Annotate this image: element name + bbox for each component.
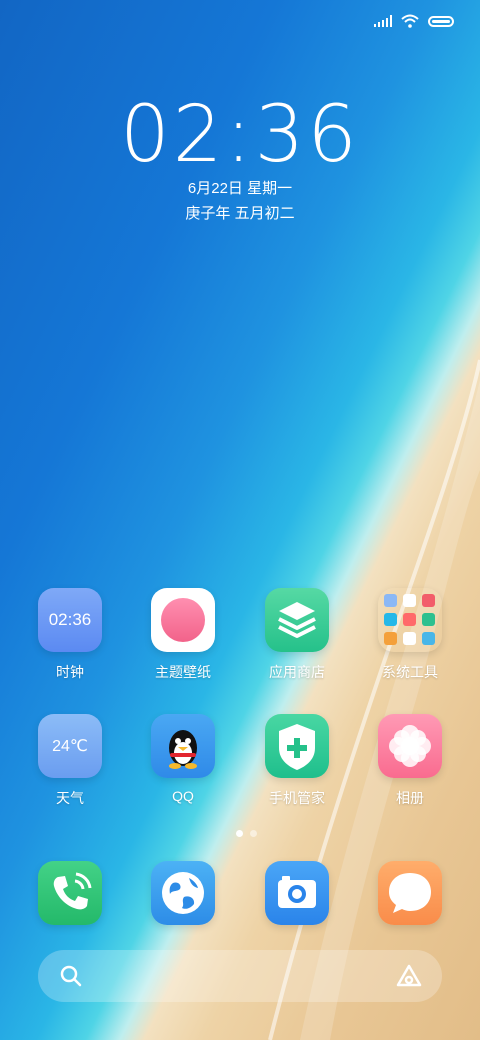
battery-icon [428,15,454,27]
page-dot-active [236,830,243,837]
status-bar [374,12,454,30]
weather-icon: 24℃ [38,714,102,778]
dock-phone[interactable] [15,861,125,925]
app-theme-wallpaper[interactable]: 主题壁纸 [128,588,238,682]
app-store[interactable]: 应用商店 [242,588,352,682]
page-dot [250,830,257,837]
app-label: 天气 [56,790,84,806]
page-indicator[interactable] [236,830,257,837]
search-bar[interactable] [38,950,442,1002]
phone-icon [38,861,102,925]
app-gallery[interactable]: 相册 [355,714,465,808]
app-weather[interactable]: 24℃ 天气 [15,714,125,808]
dock-camera[interactable] [242,861,352,925]
dock-browser[interactable] [128,861,238,925]
dock-messages[interactable] [355,861,465,925]
app-phone-manager[interactable]: 手机管家 [242,714,352,808]
qq-icon [151,714,215,778]
lunar-date-text: 庚子年 五月初二 [185,205,295,222]
date-text: 6月22日 星期一 [187,180,293,197]
search-icon[interactable] [60,965,82,987]
wifi-icon [401,14,419,28]
messages-icon [378,861,442,925]
app-label: 时钟 [56,664,84,680]
app-label: 应用商店 [269,664,325,680]
gallery-icon [378,714,442,778]
camera-icon [265,861,329,925]
app-label: 系统工具 [382,664,438,680]
app-store-icon [265,588,329,652]
app-label: QQ [172,788,194,804]
cellular-signal-icon [374,15,392,27]
clock-icon: 02:36 [38,588,102,652]
system-tools-folder-icon [378,588,442,652]
folder-system-tools[interactable]: 系统工具 [355,588,465,682]
app-label: 手机管家 [269,790,325,806]
theme-wallpaper-icon [151,588,215,652]
app-clock[interactable]: 02:36 时钟 [15,588,125,682]
lock-clock-time[interactable]: 02:36 [0,90,480,180]
security-icon [265,714,329,778]
assistant-icon[interactable] [396,964,422,988]
app-qq[interactable]: QQ [128,714,238,804]
browser-icon [151,861,215,925]
app-label: 相册 [396,790,424,806]
app-label: 主题壁纸 [155,664,211,680]
